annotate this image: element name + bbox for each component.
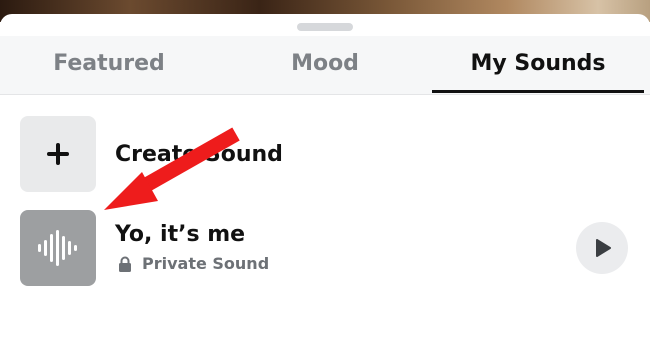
drag-handle[interactable] [297,23,353,31]
privacy-label: Private Sound [142,254,270,273]
tab-underline [432,90,644,93]
plus-icon [47,143,69,165]
play-button[interactable] [576,222,628,274]
sound-row[interactable]: Yo, it’s me Private Sound [0,210,650,290]
create-sound-tile[interactable] [20,116,96,192]
create-sound-label: Create Sound [115,142,283,167]
create-sound-row[interactable]: Create Sound [0,116,650,196]
waveform-icon [38,230,77,266]
tab-featured[interactable]: Featured [0,36,218,94]
sounds-sheet: Featured Mood My Sounds Create Sound Yo,… [0,14,650,350]
tab-my-sounds[interactable]: My Sounds [432,36,644,94]
lock-icon [119,256,131,272]
sound-privacy: Private Sound [118,254,269,273]
play-icon [596,239,611,257]
tab-bar: Featured Mood My Sounds [0,36,650,95]
sound-tile[interactable] [20,210,96,286]
sound-title: Yo, it’s me [115,222,246,247]
tab-mood[interactable]: Mood [218,36,432,94]
